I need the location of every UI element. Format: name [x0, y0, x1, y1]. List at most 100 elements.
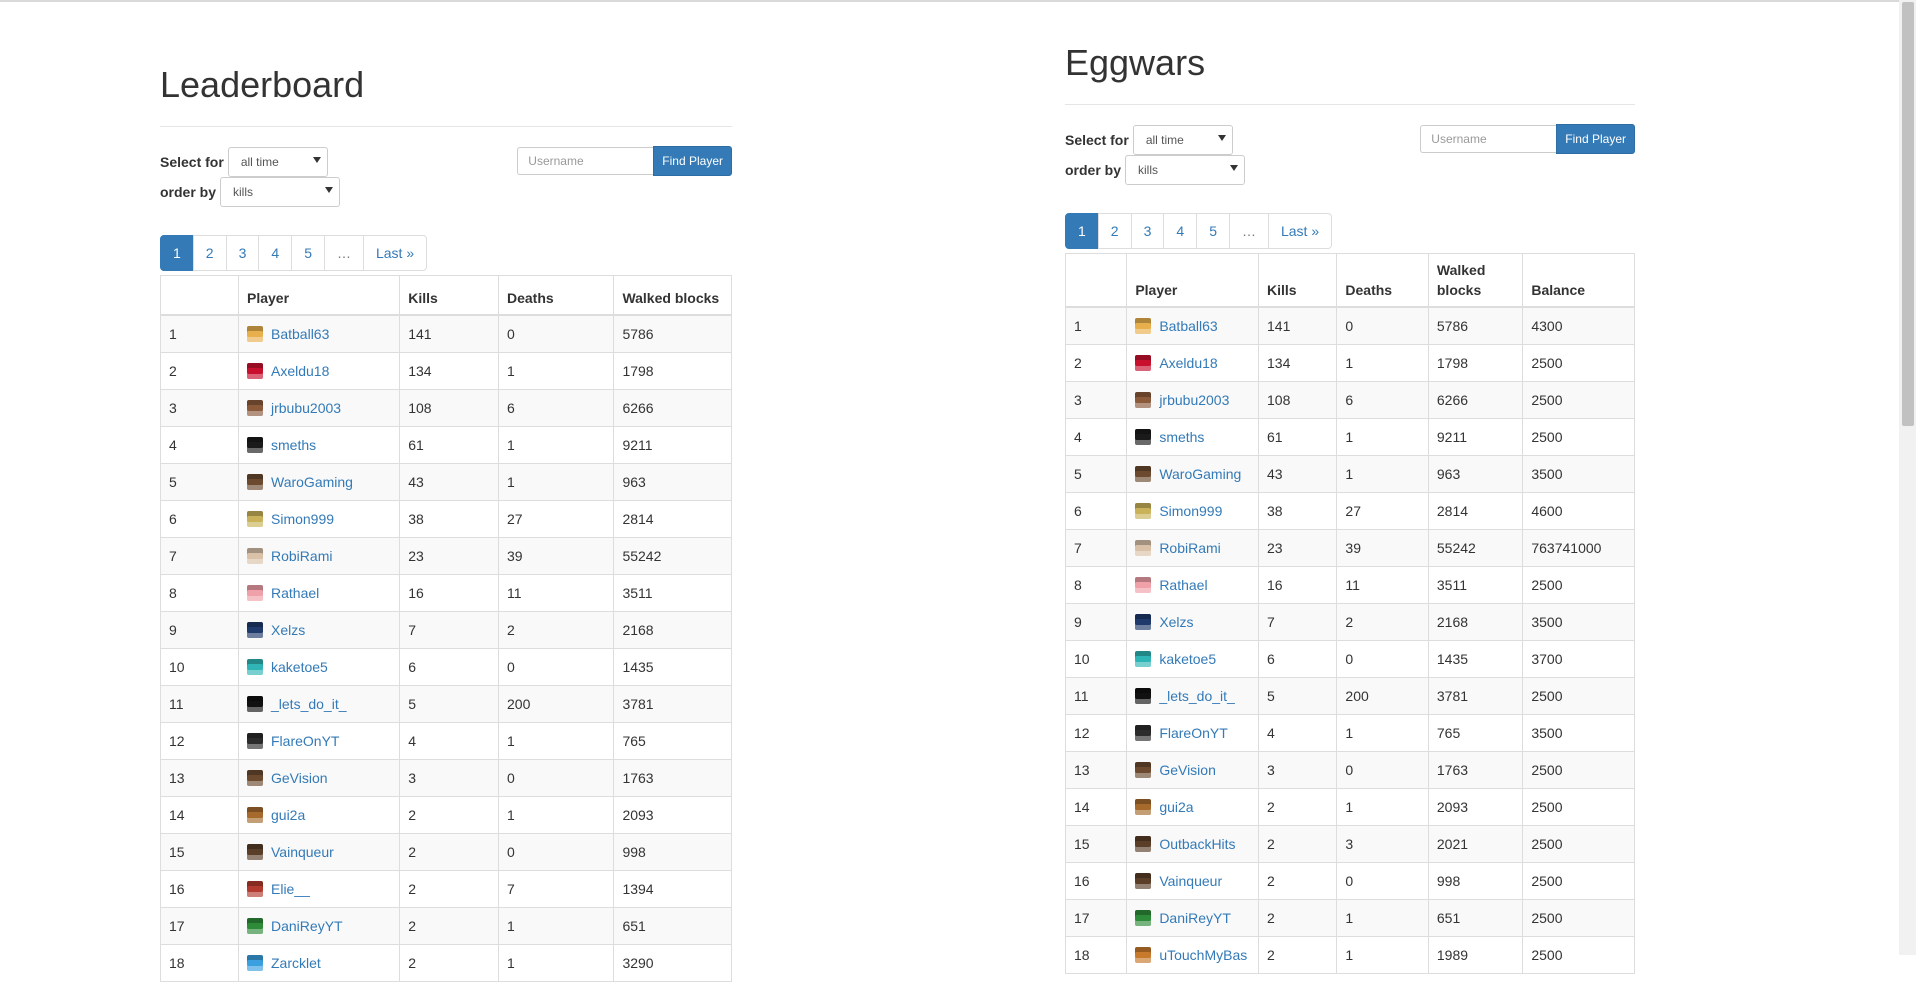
player-link[interactable]: smeths [1159, 419, 1204, 455]
player-link[interactable]: gui2a [1159, 789, 1193, 825]
rank-cell: 3 [1064, 381, 1128, 419]
player-link[interactable]: Axeldu18 [271, 353, 329, 389]
pagination-page-3[interactable]: 3 [225, 235, 260, 271]
player-link[interactable]: RobiRami [271, 538, 332, 574]
player-link[interactable]: uTouchMyBas [1159, 937, 1247, 973]
player-link[interactable]: Zarcklet [271, 945, 321, 981]
pagination-page-4[interactable]: 4 [1163, 213, 1198, 249]
player-link[interactable]: GeVision [271, 760, 328, 796]
table-row: 14 gui2a 2 1 2093 2500 [1064, 788, 1635, 826]
page-scrollbar[interactable] [1899, 0, 1916, 955]
player-link[interactable]: kaketoe5 [271, 649, 328, 685]
player-link[interactable]: Axeldu18 [1159, 345, 1217, 381]
rank-cell: 9 [1064, 603, 1128, 641]
player-avatar-icon [1135, 466, 1152, 482]
kills-cell: 141 [1257, 306, 1338, 345]
player-link[interactable]: Simon999 [271, 501, 334, 537]
column-header: Walked blocks [613, 275, 732, 316]
player-avatar-icon [247, 696, 263, 712]
player-link[interactable]: Batball63 [1159, 308, 1217, 344]
pagination-page-3[interactable]: 3 [1130, 213, 1165, 249]
player-link[interactable]: Rathael [1159, 567, 1207, 603]
player-link[interactable]: smeths [271, 427, 316, 463]
pagination-page-5[interactable]: 5 [291, 235, 325, 271]
player-link[interactable]: Vainqueur [1159, 863, 1222, 899]
select-for-label: Select for [160, 154, 224, 170]
player-link[interactable]: gui2a [271, 797, 305, 833]
player-avatar-icon [1135, 836, 1152, 852]
player-cell: Rathael [1126, 566, 1259, 604]
deaths-cell: 1 [497, 944, 615, 982]
pagination-last[interactable]: Last » [1267, 213, 1333, 249]
player-link[interactable]: FlareOnYT [271, 723, 339, 759]
player-link[interactable]: Xelzs [271, 612, 305, 648]
player-link[interactable]: Elie__ [271, 871, 310, 907]
deaths-cell: 1 [1336, 455, 1429, 493]
page-title: Eggwars [1065, 42, 1635, 105]
pagination-page-1[interactable]: 1 [1065, 213, 1099, 249]
rank-cell: 6 [1064, 492, 1128, 530]
pagination-page-2[interactable]: 2 [192, 235, 227, 271]
walked-cell: 1798 [1427, 344, 1524, 382]
pagination-page-5[interactable]: 5 [1196, 213, 1230, 249]
time-range-select[interactable]: all time [1132, 125, 1233, 155]
player-link[interactable]: jrbubu2003 [271, 390, 341, 426]
pagination-page-4[interactable]: 4 [258, 235, 293, 271]
walked-cell: 55242 [613, 537, 732, 575]
deaths-cell: 3 [1336, 825, 1429, 863]
deaths-cell: 2 [1336, 603, 1429, 641]
order-by-select[interactable]: kills [220, 177, 341, 207]
caret-down-icon [325, 187, 334, 193]
username-input[interactable] [517, 147, 654, 175]
kills-cell: 2 [399, 944, 499, 982]
column-header [1064, 253, 1128, 308]
player-link[interactable]: FlareOnYT [1159, 715, 1227, 751]
deaths-cell: 1 [1336, 344, 1429, 382]
find-player-button[interactable]: Find Player [653, 146, 732, 176]
player-avatar-icon [1135, 503, 1152, 519]
rank-cell: 13 [1064, 751, 1128, 789]
balance-cell: 763741000 [1522, 529, 1635, 567]
pagination-last[interactable]: Last » [362, 235, 428, 271]
kills-cell: 16 [1257, 566, 1338, 604]
player-link[interactable]: _lets_do_it_ [1159, 678, 1235, 714]
player-link[interactable]: DaniReyYT [1159, 900, 1231, 936]
player-cell: _lets_do_it_ [237, 685, 401, 723]
table-row: 2 Axeldu18 134 1 1798 [160, 352, 732, 390]
player-avatar-icon [247, 844, 263, 860]
order-by-select[interactable]: kills [1125, 155, 1246, 185]
rank-cell: 11 [160, 685, 239, 723]
username-input[interactable] [1420, 125, 1557, 153]
deaths-cell: 1 [1336, 788, 1429, 826]
kills-cell: 7 [399, 611, 499, 649]
deaths-cell: 6 [497, 389, 615, 427]
player-avatar-icon [247, 363, 263, 379]
player-link[interactable]: Batball63 [271, 316, 329, 352]
player-link[interactable]: GeVision [1159, 752, 1216, 788]
player-link[interactable]: OutbackHits [1159, 826, 1235, 862]
table-row: 7 RobiRami 23 39 55242 763741000 [1064, 529, 1635, 567]
pagination-page-2[interactable]: 2 [1097, 213, 1132, 249]
scrollbar-thumb[interactable] [1902, 2, 1914, 426]
table-row: 6 Simon999 38 27 2814 4600 [1064, 492, 1635, 530]
caret-down-icon [1217, 135, 1226, 141]
player-link[interactable]: RobiRami [1159, 530, 1220, 566]
table-row: 15 OutbackHits 2 3 2021 2500 [1064, 825, 1635, 863]
pagination: 1 2 3 4 5… Last » [160, 235, 428, 271]
walked-cell: 55242 [1427, 529, 1524, 567]
time-range-select[interactable]: all time [227, 147, 328, 177]
walked-cell: 9211 [1427, 418, 1524, 456]
pagination-page-1[interactable]: 1 [160, 235, 194, 271]
player-link[interactable]: WaroGaming [1159, 456, 1241, 492]
player-link[interactable]: jrbubu2003 [1159, 382, 1229, 418]
find-player-button[interactable]: Find Player [1556, 124, 1635, 154]
player-link[interactable]: Simon999 [1159, 493, 1222, 529]
player-link[interactable]: Xelzs [1159, 604, 1193, 640]
player-avatar-icon [247, 733, 263, 749]
player-link[interactable]: Rathael [271, 575, 319, 611]
player-link[interactable]: kaketoe5 [1159, 641, 1216, 677]
player-link[interactable]: Vainqueur [271, 834, 334, 870]
player-link[interactable]: DaniReyYT [271, 908, 343, 944]
player-link[interactable]: _lets_do_it_ [271, 686, 347, 722]
player-link[interactable]: WaroGaming [271, 464, 353, 500]
